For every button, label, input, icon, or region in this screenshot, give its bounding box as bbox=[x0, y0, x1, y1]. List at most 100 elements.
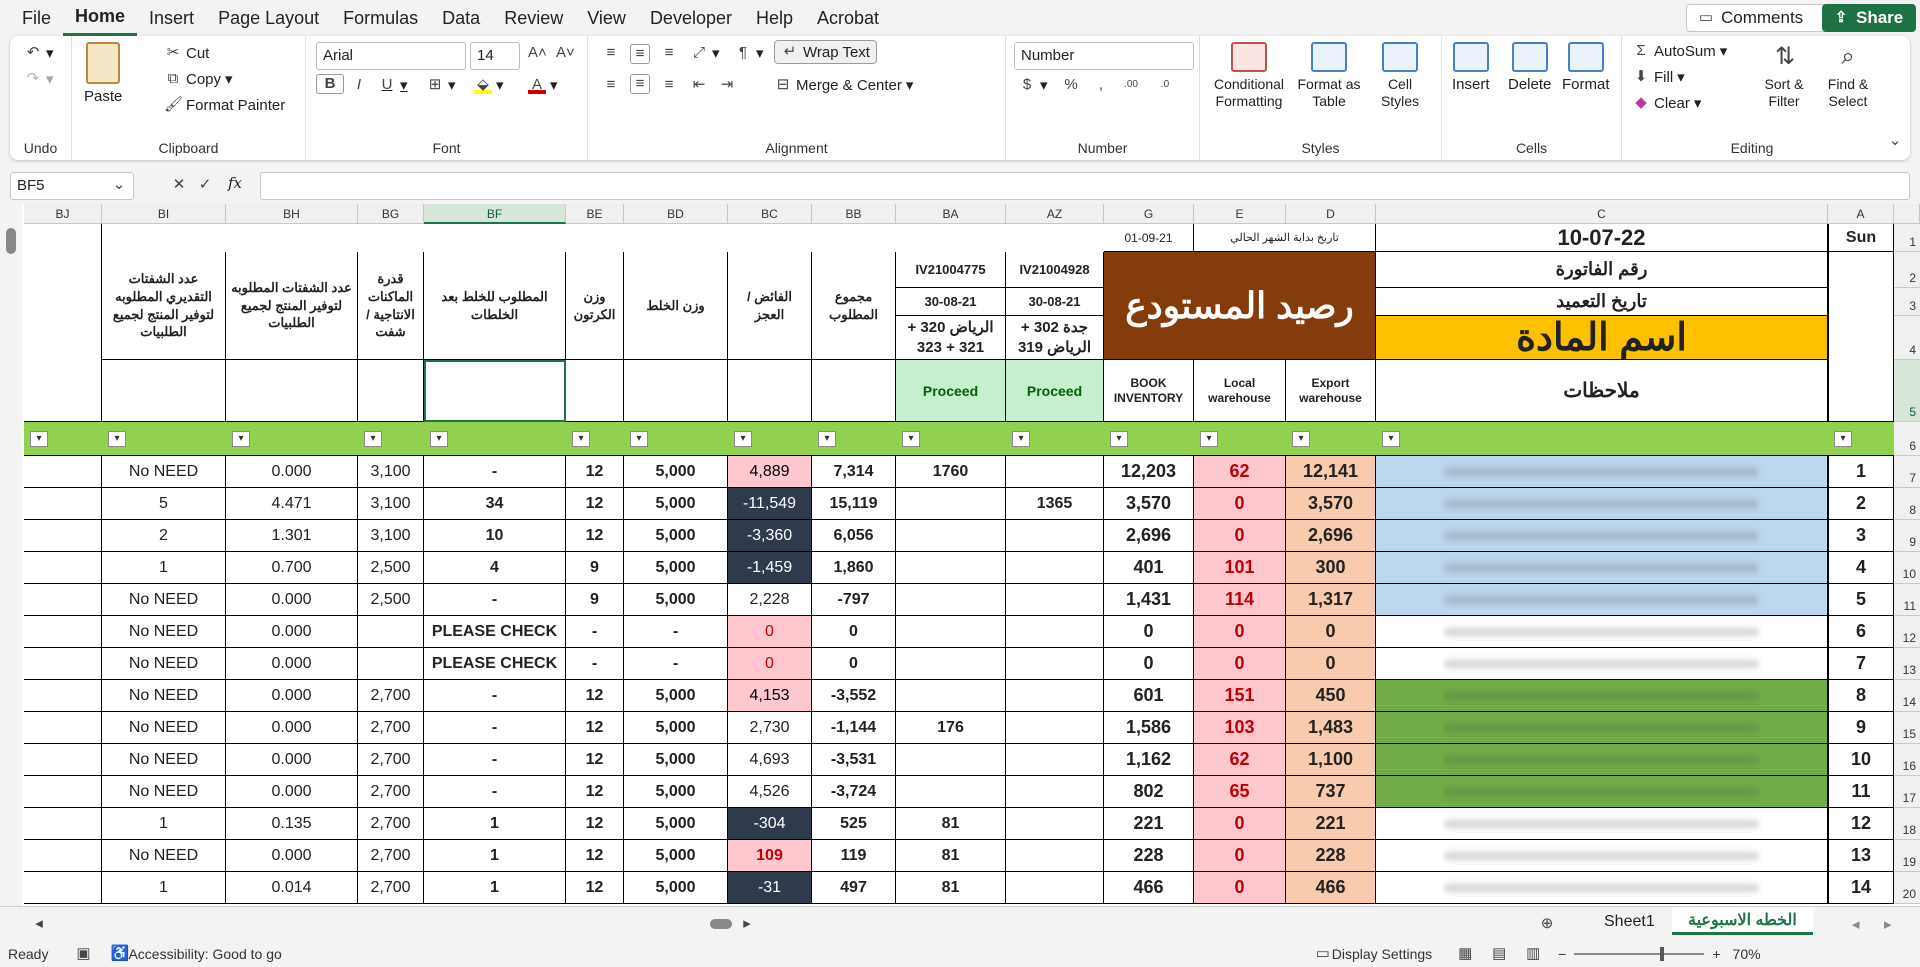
wrap-text-button[interactable]: ↵ Wrap Text bbox=[774, 40, 877, 64]
row-header-2[interactable]: 2 bbox=[1894, 252, 1920, 288]
name-box-dropdown[interactable]: ⌄ bbox=[110, 176, 128, 194]
column-header-a[interactable]: A bbox=[1828, 204, 1894, 224]
row-header-1[interactable]: 1 bbox=[1894, 224, 1920, 252]
increase-indent-button[interactable]: ⇥ bbox=[718, 76, 736, 94]
decrease-indent-button[interactable]: ⇤ bbox=[690, 76, 708, 94]
row-header-4[interactable]: 4 bbox=[1894, 316, 1920, 360]
align-right-button[interactable]: ≡ bbox=[660, 76, 678, 94]
filter-dropdown-bf[interactable]: ▾ bbox=[430, 431, 448, 447]
row-header-10[interactable]: 10 bbox=[1894, 552, 1920, 584]
align-top-button[interactable]: ≡ bbox=[602, 44, 620, 62]
menu-help[interactable]: Help bbox=[744, 0, 805, 36]
column-header-bg[interactable]: BG bbox=[358, 204, 424, 224]
column-header-bh[interactable]: BH bbox=[226, 204, 358, 224]
row-header-3[interactable]: 3 bbox=[1894, 288, 1920, 316]
insert-cells-button[interactable]: Insert bbox=[1452, 42, 1490, 93]
collapse-ribbon-button[interactable]: ⌄ bbox=[1886, 132, 1904, 150]
merge-center-button[interactable]: ⊟ Merge & Center ▾ bbox=[774, 76, 914, 94]
clear-button[interactable]: ◆ Clear ▾ bbox=[1632, 94, 1701, 112]
filter-dropdown-a[interactable]: ▾ bbox=[1834, 431, 1852, 447]
bold-button[interactable]: B bbox=[316, 74, 344, 94]
font-name-select[interactable]: Arial bbox=[316, 42, 466, 70]
column-header-bb[interactable]: BB bbox=[812, 204, 896, 224]
cell-styles-button[interactable]: Cell Styles bbox=[1370, 42, 1430, 110]
align-middle-button[interactable]: ≡ bbox=[630, 44, 650, 64]
column-header-be[interactable]: BE bbox=[566, 204, 624, 224]
row-header-6[interactable]: 6 bbox=[1894, 422, 1920, 456]
comma-style-button[interactable]: , bbox=[1092, 76, 1110, 94]
share-button[interactable]: ⇪ Share bbox=[1822, 4, 1916, 32]
fill-button[interactable]: ⬇ Fill ▾ bbox=[1632, 68, 1685, 86]
underline-button[interactable]: U ▾ bbox=[378, 76, 408, 94]
horizontal-scroll-thumb[interactable] bbox=[710, 919, 732, 929]
cut-button[interactable]: ✂ Cut bbox=[164, 44, 210, 62]
column-header-g[interactable]: G bbox=[1104, 204, 1194, 224]
column-header-bi[interactable]: BI bbox=[102, 204, 226, 224]
menu-formulas[interactable]: Formulas bbox=[331, 0, 430, 36]
percent-button[interactable]: % bbox=[1062, 76, 1080, 94]
column-header-bd[interactable]: BD bbox=[624, 204, 728, 224]
scroll-thumb[interactable] bbox=[6, 228, 16, 254]
column-header-d[interactable]: D bbox=[1286, 204, 1376, 224]
font-size-select[interactable]: 14 bbox=[470, 42, 520, 70]
menu-page-layout[interactable]: Page Layout bbox=[206, 0, 331, 36]
display-settings-button[interactable]: Display Settings bbox=[1332, 946, 1432, 962]
font-color-button[interactable]: A ▾ bbox=[528, 76, 558, 94]
filter-dropdown-az[interactable]: ▾ bbox=[1012, 431, 1030, 447]
zoom-out-button[interactable]: − bbox=[1558, 946, 1566, 962]
paste-button[interactable]: Paste bbox=[84, 42, 122, 105]
find-select-button[interactable]: ⌕ Find & Select bbox=[1818, 42, 1878, 110]
menu-home[interactable]: Home bbox=[63, 0, 138, 36]
row-header-16[interactable]: 16 bbox=[1894, 744, 1920, 776]
delete-cells-button[interactable]: Delete bbox=[1508, 42, 1551, 93]
column-header-c[interactable]: C bbox=[1376, 204, 1828, 224]
worksheet-grid[interactable]: BJ BI BH BG BF BE BD BC BB BA AZ G E D C A 1 2 3 4 5 6 7 8 9 10 11… bbox=[0, 204, 1920, 906]
row-header-15[interactable]: 15 bbox=[1894, 712, 1920, 744]
cancel-entry-button[interactable]: ✕ bbox=[170, 176, 188, 194]
tab-weekly-plan[interactable]: الخطه الاسبوعية bbox=[1672, 907, 1813, 935]
tab-sheet1[interactable]: Sheet1 bbox=[1604, 913, 1655, 931]
accessibility-status[interactable]: Accessibility: Good to go bbox=[128, 946, 281, 962]
menu-file[interactable]: File bbox=[10, 0, 63, 36]
accounting-format-button[interactable]: $ ▾ bbox=[1018, 76, 1048, 94]
column-header-az[interactable]: AZ bbox=[1006, 204, 1104, 224]
formula-input[interactable] bbox=[260, 172, 1910, 200]
align-center-button[interactable]: ≡ bbox=[630, 74, 650, 94]
filter-dropdown-bd[interactable]: ▾ bbox=[630, 431, 648, 447]
row-header-20[interactable]: 20 bbox=[1894, 872, 1920, 904]
column-header-bf[interactable]: BF bbox=[424, 204, 566, 224]
row-header-7[interactable]: 7 bbox=[1894, 456, 1920, 488]
undo-button[interactable]: ↶ ▾ bbox=[24, 44, 54, 62]
macro-record-icon[interactable]: ▣ bbox=[74, 945, 92, 963]
filter-dropdown-bj[interactable]: ▾ bbox=[30, 431, 48, 447]
row-header-17[interactable]: 17 bbox=[1894, 776, 1920, 808]
row-header-13[interactable]: 13 bbox=[1894, 648, 1920, 680]
sort-filter-button[interactable]: ⇅ Sort & Filter bbox=[1756, 42, 1812, 110]
comments-button[interactable]: ▭ Comments bbox=[1686, 4, 1844, 32]
filter-dropdown-be[interactable]: ▾ bbox=[572, 431, 590, 447]
text-direction-button[interactable]: ¶ ▾ bbox=[734, 44, 764, 62]
grow-font-button[interactable]: A˄ bbox=[528, 44, 547, 62]
menu-developer[interactable]: Developer bbox=[638, 0, 744, 36]
zoom-level[interactable]: 70% bbox=[1733, 946, 1761, 962]
column-header-bj[interactable]: BJ bbox=[24, 204, 102, 224]
number-format-select[interactable]: Number bbox=[1014, 42, 1194, 70]
row-header-5[interactable]: 5 bbox=[1894, 360, 1920, 422]
filter-dropdown-bb[interactable]: ▾ bbox=[818, 431, 836, 447]
row-header-12[interactable]: 12 bbox=[1894, 616, 1920, 648]
align-left-button[interactable]: ≡ bbox=[602, 76, 620, 94]
increase-decimal-button[interactable]: .00 bbox=[1122, 76, 1140, 94]
scroll-right-button[interactable]: ▸ bbox=[738, 915, 756, 933]
filter-dropdown-d[interactable]: ▾ bbox=[1292, 431, 1310, 447]
zoom-slider-thumb[interactable] bbox=[1660, 946, 1665, 961]
row-header-11[interactable]: 11 bbox=[1894, 584, 1920, 616]
tab-scroll-left[interactable]: ◂ bbox=[1852, 915, 1860, 933]
format-painter-button[interactable]: 🖌 Format Painter bbox=[164, 96, 285, 114]
conditional-formatting-button[interactable]: Conditional Formatting bbox=[1212, 42, 1286, 110]
align-bottom-button[interactable]: ≡ bbox=[660, 44, 678, 62]
shrink-font-button[interactable]: A˅ bbox=[556, 44, 575, 62]
zoom-slider[interactable] bbox=[1574, 946, 1705, 961]
menu-view[interactable]: View bbox=[575, 0, 638, 36]
row-header-19[interactable]: 19 bbox=[1894, 840, 1920, 872]
column-header-e[interactable]: E bbox=[1194, 204, 1286, 224]
